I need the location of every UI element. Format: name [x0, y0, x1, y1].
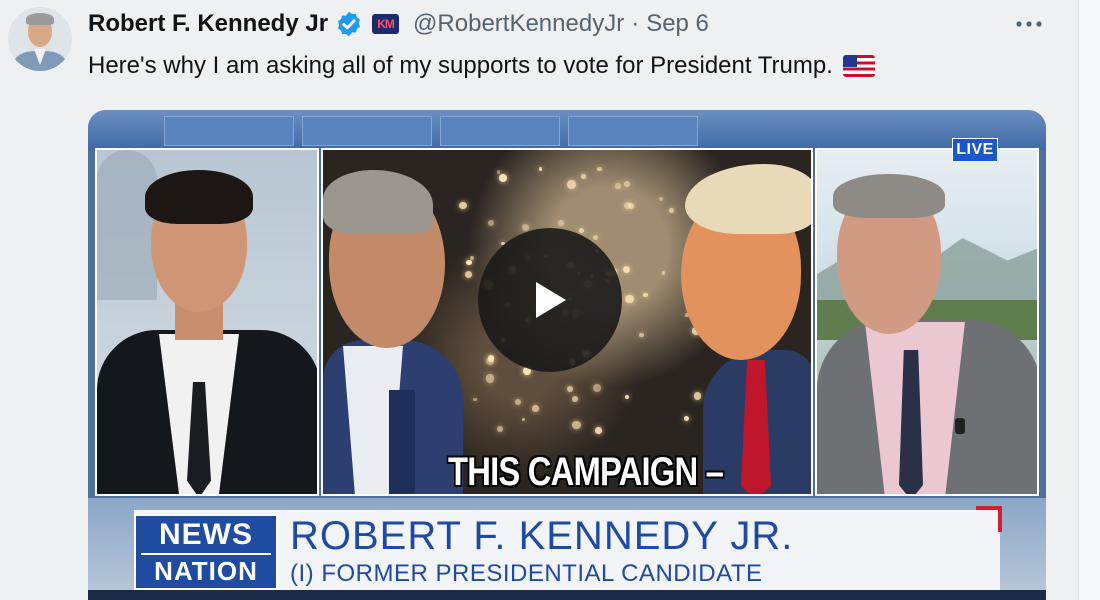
tweet-card[interactable]: Robert F. Kennedy Jr KM @RobertKennedyJr…	[0, 0, 1078, 600]
play-icon	[536, 282, 566, 318]
flag-canton	[842, 55, 857, 67]
author-avatar[interactable]	[8, 7, 72, 71]
firework-spark	[496, 170, 501, 174]
tweet-text-content: Here's why I am asking all of my support…	[88, 52, 833, 79]
firework-spark	[497, 426, 503, 432]
avatar-hair	[26, 13, 54, 25]
lower-third-title: (I) FORMER PRESIDENTIAL CANDIDATE	[290, 560, 763, 587]
tweet-text: Here's why I am asking all of my support…	[88, 52, 875, 80]
more-dots-glyph	[1016, 21, 1042, 27]
affiliation-badge[interactable]: KM	[372, 14, 400, 34]
left-figure-tie	[389, 390, 415, 494]
tweet-header: Robert F. Kennedy Jr KM @RobertKennedyJr…	[88, 8, 709, 40]
verified-badge-icon	[338, 11, 361, 37]
studio-tile	[164, 116, 294, 146]
page-scroll-gutter	[1078, 0, 1100, 600]
header-separator: ·	[631, 10, 640, 37]
firework-spark	[558, 220, 564, 226]
lower-third-name: ROBERT F. KENNEDY JR.	[290, 514, 794, 558]
firework-spark	[661, 271, 666, 275]
firework-spark	[625, 294, 634, 304]
firework-spark	[571, 395, 579, 403]
video-panel-guest	[815, 148, 1039, 496]
firework-spark	[615, 183, 621, 189]
studio-tile	[568, 116, 698, 146]
firework-spark	[592, 384, 601, 393]
author-handle[interactable]: @RobertKennedyJr	[413, 10, 624, 38]
firework-spark	[532, 405, 539, 412]
firework-spark	[515, 398, 521, 405]
firework-spark	[485, 374, 494, 383]
author-name[interactable]: Robert F. Kennedy Jr	[88, 10, 328, 38]
firework-spark	[459, 201, 467, 209]
us-flag-icon	[842, 55, 875, 77]
firework-spark	[594, 427, 602, 435]
newsnation-logo-line1: NEWS	[159, 518, 253, 551]
firework-spark	[643, 292, 648, 298]
tweet-date[interactable]: Sep 6	[646, 10, 709, 38]
firework-spark	[624, 201, 632, 209]
studio-tile	[440, 116, 560, 146]
live-badge: LIVE	[952, 138, 998, 162]
firework-spark	[473, 397, 477, 402]
more-options-icon[interactable]	[1012, 8, 1046, 40]
firework-spark	[639, 332, 644, 338]
lapel-mic	[955, 418, 965, 434]
firework-spark	[572, 421, 581, 430]
newsnation-logo: NEWS NATION	[134, 514, 278, 590]
newsnation-logo-divider	[141, 553, 271, 555]
video-panel-anchor	[95, 148, 319, 496]
video-player[interactable]: LIVE THIS CAMPAIGN – NEWS NATION ROBERT …	[88, 110, 1046, 600]
capitol-dome-background	[97, 150, 157, 300]
affiliation-badge-label: KM	[377, 17, 395, 31]
lower-third-red-accent	[976, 506, 1002, 532]
firework-spark	[581, 174, 587, 179]
newsnation-logo-line2: NATION	[154, 556, 258, 586]
firework-spark	[567, 386, 573, 393]
video-caption: THIS CAMPAIGN –	[448, 450, 724, 494]
firework-spark	[683, 415, 689, 422]
news-ticker-bar	[88, 590, 1046, 600]
studio-backdrop	[88, 110, 1046, 150]
anchor-hair	[145, 170, 253, 224]
firework-spark	[623, 180, 630, 187]
play-button[interactable]	[478, 228, 622, 372]
studio-tile	[302, 116, 432, 146]
guest-hair	[833, 174, 945, 218]
firework-spark	[658, 196, 663, 201]
